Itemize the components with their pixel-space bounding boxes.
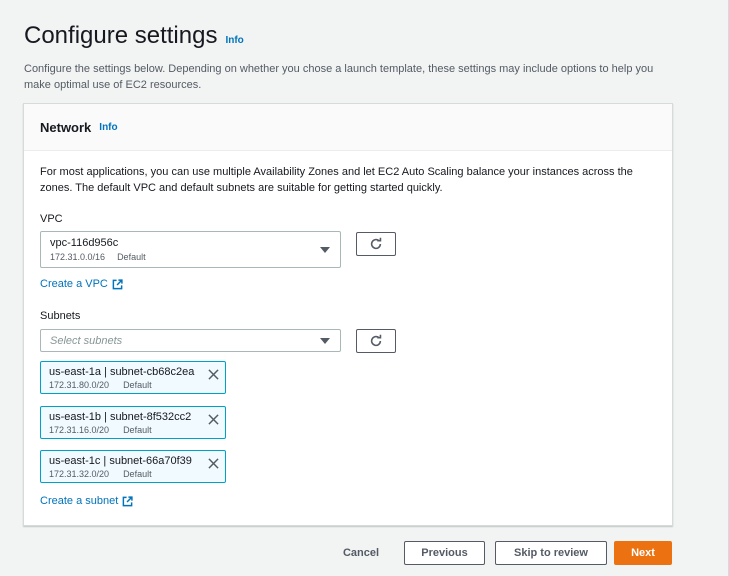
subnet-token-tag: Default <box>123 425 152 435</box>
skip-to-review-button[interactable]: Skip to review <box>495 541 607 565</box>
vpc-refresh-button[interactable] <box>356 232 396 256</box>
network-panel-header: Network Info <box>24 104 672 151</box>
external-link-icon <box>112 278 123 289</box>
refresh-icon <box>370 334 382 347</box>
subnets-placeholder: Select subnets <box>50 335 123 347</box>
vpc-selected-id: vpc-116d956c <box>50 237 119 249</box>
subnet-token: us-east-1a | subnet-cb68c2ea 172.31.80.0… <box>40 361 226 394</box>
subnet-token: us-east-1c | subnet-66a70f39 172.31.32.0… <box>40 450 226 483</box>
subnet-token-title: us-east-1c | subnet-66a70f39 <box>49 455 192 467</box>
next-button[interactable]: Next <box>614 541 672 565</box>
subnet-token-cidr: 172.31.80.0/20 <box>49 380 110 390</box>
subnet-token: us-east-1b | subnet-8f532cc2 172.31.16.0… <box>40 406 226 439</box>
subnet-token-details: 172.31.32.0/20 Default <box>49 469 152 479</box>
subnets-refresh-button[interactable] <box>356 329 396 353</box>
subnet-token-cidr: 172.31.32.0/20 <box>49 469 110 479</box>
vpc-cidr: 172.31.0.0/16 <box>50 252 106 262</box>
page-description: Configure the settings below. Depending … <box>24 63 654 91</box>
close-icon[interactable] <box>206 456 220 470</box>
subnet-token-title: us-east-1a | subnet-cb68c2ea <box>49 366 195 378</box>
subnet-token-cidr: 172.31.16.0/20 <box>49 425 110 435</box>
subnet-token-details: 172.31.80.0/20 Default <box>49 380 152 390</box>
page-info-link[interactable]: Info <box>225 35 243 46</box>
close-icon[interactable] <box>206 367 220 381</box>
network-title: Network <box>40 119 92 135</box>
subnet-token-details: 172.31.16.0/20 Default <box>49 425 152 435</box>
close-icon[interactable] <box>206 412 220 426</box>
caret-down-icon <box>320 338 330 344</box>
cancel-button[interactable]: Cancel <box>330 541 392 565</box>
external-link-icon <box>122 495 133 506</box>
network-info-link[interactable]: Info <box>99 122 117 133</box>
subnet-token-tag: Default <box>123 380 152 390</box>
previous-button[interactable]: Previous <box>404 541 485 565</box>
vpc-label: VPC <box>40 213 63 225</box>
create-vpc-label: Create a VPC <box>40 278 108 290</box>
network-panel: Network Info For most applications, you … <box>23 103 673 526</box>
subnet-token-title: us-east-1b | subnet-8f532cc2 <box>49 411 192 423</box>
page-title-row: Configure settings Info <box>24 22 244 50</box>
vpc-default-tag: Default <box>117 252 146 262</box>
create-subnet-label: Create a subnet <box>40 495 119 507</box>
subnets-select[interactable]: Select subnets <box>40 329 341 352</box>
caret-down-icon <box>320 247 330 253</box>
subnet-token-tag: Default <box>123 469 152 479</box>
create-vpc-link[interactable]: Create a VPC <box>40 278 123 290</box>
subnets-label: Subnets <box>40 310 81 322</box>
refresh-icon <box>370 237 382 250</box>
page-title: Configure settings <box>24 22 218 49</box>
vpc-selected-details: 172.31.0.0/16 Default <box>50 252 146 262</box>
vpc-select[interactable]: vpc-116d956c 172.31.0.0/16 Default <box>40 231 341 268</box>
network-description: For most applications, you can use multi… <box>40 166 633 194</box>
create-subnet-link[interactable]: Create a subnet <box>40 495 133 507</box>
